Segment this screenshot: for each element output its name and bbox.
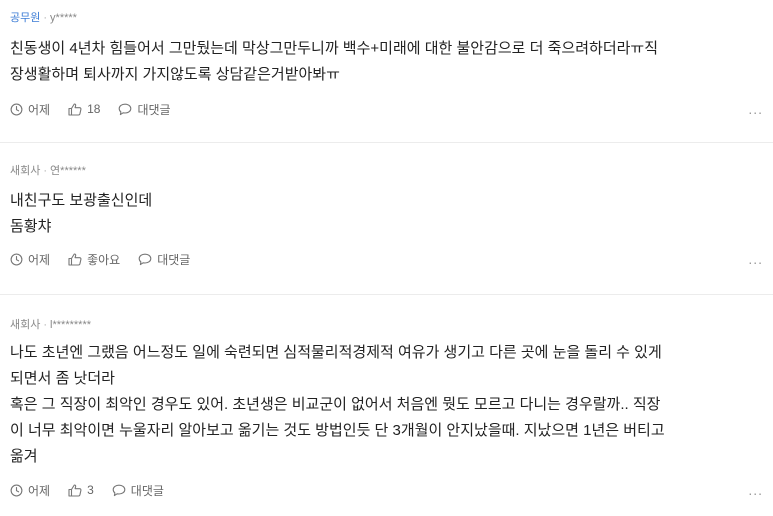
reply-button[interactable]: 대댓글 [138,251,190,268]
like-count: 18 [87,102,101,116]
more-options-button[interactable]: ... [748,101,763,117]
company-name[interactable]: 공무원 [10,12,40,24]
like-count: 3 [87,483,94,497]
comment-meta: 새회사 · 연****** [10,143,763,179]
like-label: 좋아요 [87,252,121,267]
author-name: 연****** [50,165,86,177]
comment-actions: 어제 3 대댓글 ... [10,482,763,498]
timestamp: 어제 [10,482,50,499]
comment-text: 친동생이 4년차 힘들어서 그만뒀는데 막상그만두니까 백수+미래에 대한 불안… [10,40,659,83]
author-name: l********* [50,319,92,331]
comment-text: 내친구도 보광출신인데 돔황챠 [10,192,153,235]
reply-label: 대댓글 [137,102,171,117]
comment-actions: 어제 18 대댓글 ... [10,101,763,117]
meta-separator: · [43,12,48,24]
like-button[interactable]: 좋아요 [68,251,120,268]
timestamp: 어제 [10,101,50,118]
meta-separator: · [43,319,48,331]
comment-item: 새회사 · 연****** 내친구도 보광출신인데 돔황챠 어제 좋아요 대댓글 .… [0,143,773,295]
comment-item: 공무원 · y***** 친동생이 4년차 힘들어서 그만뒀는데 막상그만두니까 백… [0,0,773,143]
comment-text: 나도 초년엔 그랬음 어느정도 일에 숙련되면 심적물리적경제적 여유가 생기고… [10,344,665,465]
reply-label: 대댓글 [130,483,164,498]
speech-bubble-icon [119,103,132,115]
reply-button[interactable]: 대댓글 [112,482,164,499]
company-name[interactable]: 새회사 [10,319,40,331]
comment-item: 새회사 · l********* 나도 초년엔 그랬음 어느정도 일에 숙련되면 심… [0,295,773,516]
comment-actions: 어제 좋아요 대댓글 ... [10,251,763,267]
comment-meta: 공무원 · y***** [10,0,763,26]
thumbs-up-icon [68,252,82,266]
reply-button[interactable]: 대댓글 [118,101,171,118]
thumbs-up-icon [68,483,82,497]
speech-bubble-icon [138,253,152,265]
timestamp-label: 어제 [28,102,51,117]
more-options-button[interactable]: ... [748,482,763,498]
company-name[interactable]: 새회사 [10,165,40,177]
more-options-button[interactable]: ... [748,251,763,267]
like-button[interactable]: 18 [68,102,100,116]
comment-meta: 새회사 · l********* [10,295,763,333]
speech-bubble-icon [112,484,126,496]
timestamp-label: 어제 [28,252,51,267]
timestamp: 어제 [10,251,50,268]
clock-icon [10,253,23,265]
reply-label: 대댓글 [157,252,191,267]
clock-icon [10,484,23,496]
clock-icon [10,103,23,115]
like-button[interactable]: 3 [68,483,94,497]
thumbs-up-icon [68,102,82,116]
author-name: y***** [50,12,77,24]
meta-separator: · [43,165,48,177]
timestamp-label: 어제 [28,483,51,498]
